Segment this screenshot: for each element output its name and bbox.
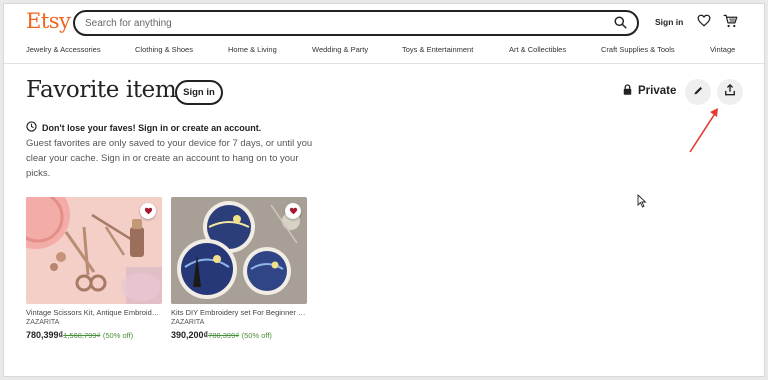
category-vintage[interactable]: Vintage [710,45,735,54]
sale-price: 780,399₫ [26,330,64,340]
shop-name: ZAZARITA [171,319,205,326]
category-craft-supplies[interactable]: Craft Supplies & Tools [601,45,675,54]
etsy-logo[interactable]: Etsy [26,9,71,33]
item-title[interactable]: Kits DIY Embroidery set For Beginner flo… [171,308,307,317]
original-price: 1,560,799₫ [63,331,101,340]
search-input[interactable] [85,17,585,29]
share-button[interactable] [717,79,743,105]
notice-title: Don't lose your faves! Sign in or create… [42,122,262,133]
product-image-embroidery[interactable] [171,197,307,304]
product-image-scissors[interactable] [26,197,162,304]
pencil-icon [693,83,704,101]
discount-label: (50% off) [241,331,272,340]
favorite-item-card[interactable]: Kits DIY Embroidery set For Beginner flo… [171,197,307,340]
item-title[interactable]: Vintage Scissors Kit, Antique Embroidery… [26,308,162,317]
page-title: Favorite items [26,77,188,103]
notice-body: Guest favorites are only saved to your d… [26,138,313,179]
discount-label: (50% off) [102,331,134,340]
category-home-living[interactable]: Home & Living [228,45,277,54]
category-clothing[interactable]: Clothing & Shoes [135,45,193,54]
shop-name: ZAZARITA [26,319,60,326]
sign-in-button[interactable]: Sign in [175,80,223,105]
clock-icon [26,121,37,134]
category-jewelry[interactable]: Jewelry & Accessories [26,45,101,54]
favorite-heart-icon[interactable] [140,203,156,219]
category-wedding-party[interactable]: Wedding & Party [312,45,368,54]
search-icon[interactable] [614,16,627,34]
item-price: 390,200₫780,399₫ (50% off) [171,330,307,340]
privacy-label: Private [638,85,677,97]
share-icon [724,83,736,101]
category-nav: Jewelry & Accessories Clothing & Shoes H… [4,42,764,58]
favorite-heart-icon[interactable] [285,203,301,219]
browser-page: Etsy Sign in Jewelry & Accessories Cloth… [3,3,765,377]
original-price: 780,399₫ [208,331,240,340]
favorite-item-card[interactable]: Vintage Scissors Kit, Antique Embroidery… [26,197,162,340]
category-toys[interactable]: Toys & Entertainment [402,45,473,54]
annotation-arrow [689,108,718,153]
category-art[interactable]: Art & Collectibles [509,45,566,54]
header-sign-in-link[interactable]: Sign in [655,17,683,27]
lock-icon [623,84,632,98]
notice-heading: Don't lose your faves! Sign in or create… [26,121,261,134]
mouse-cursor [637,194,647,208]
search-bar[interactable] [73,10,639,36]
item-price: 780,399₫1,560,799₫ (50% off) [26,330,162,340]
sale-price: 390,200₫ [171,330,209,340]
site-header: Etsy Sign in Jewelry & Accessories Cloth… [4,4,764,64]
cart-icon[interactable] [723,14,738,33]
heart-icon[interactable] [697,14,711,32]
edit-button[interactable] [685,79,711,105]
privacy-toggle[interactable]: Private [623,84,676,98]
